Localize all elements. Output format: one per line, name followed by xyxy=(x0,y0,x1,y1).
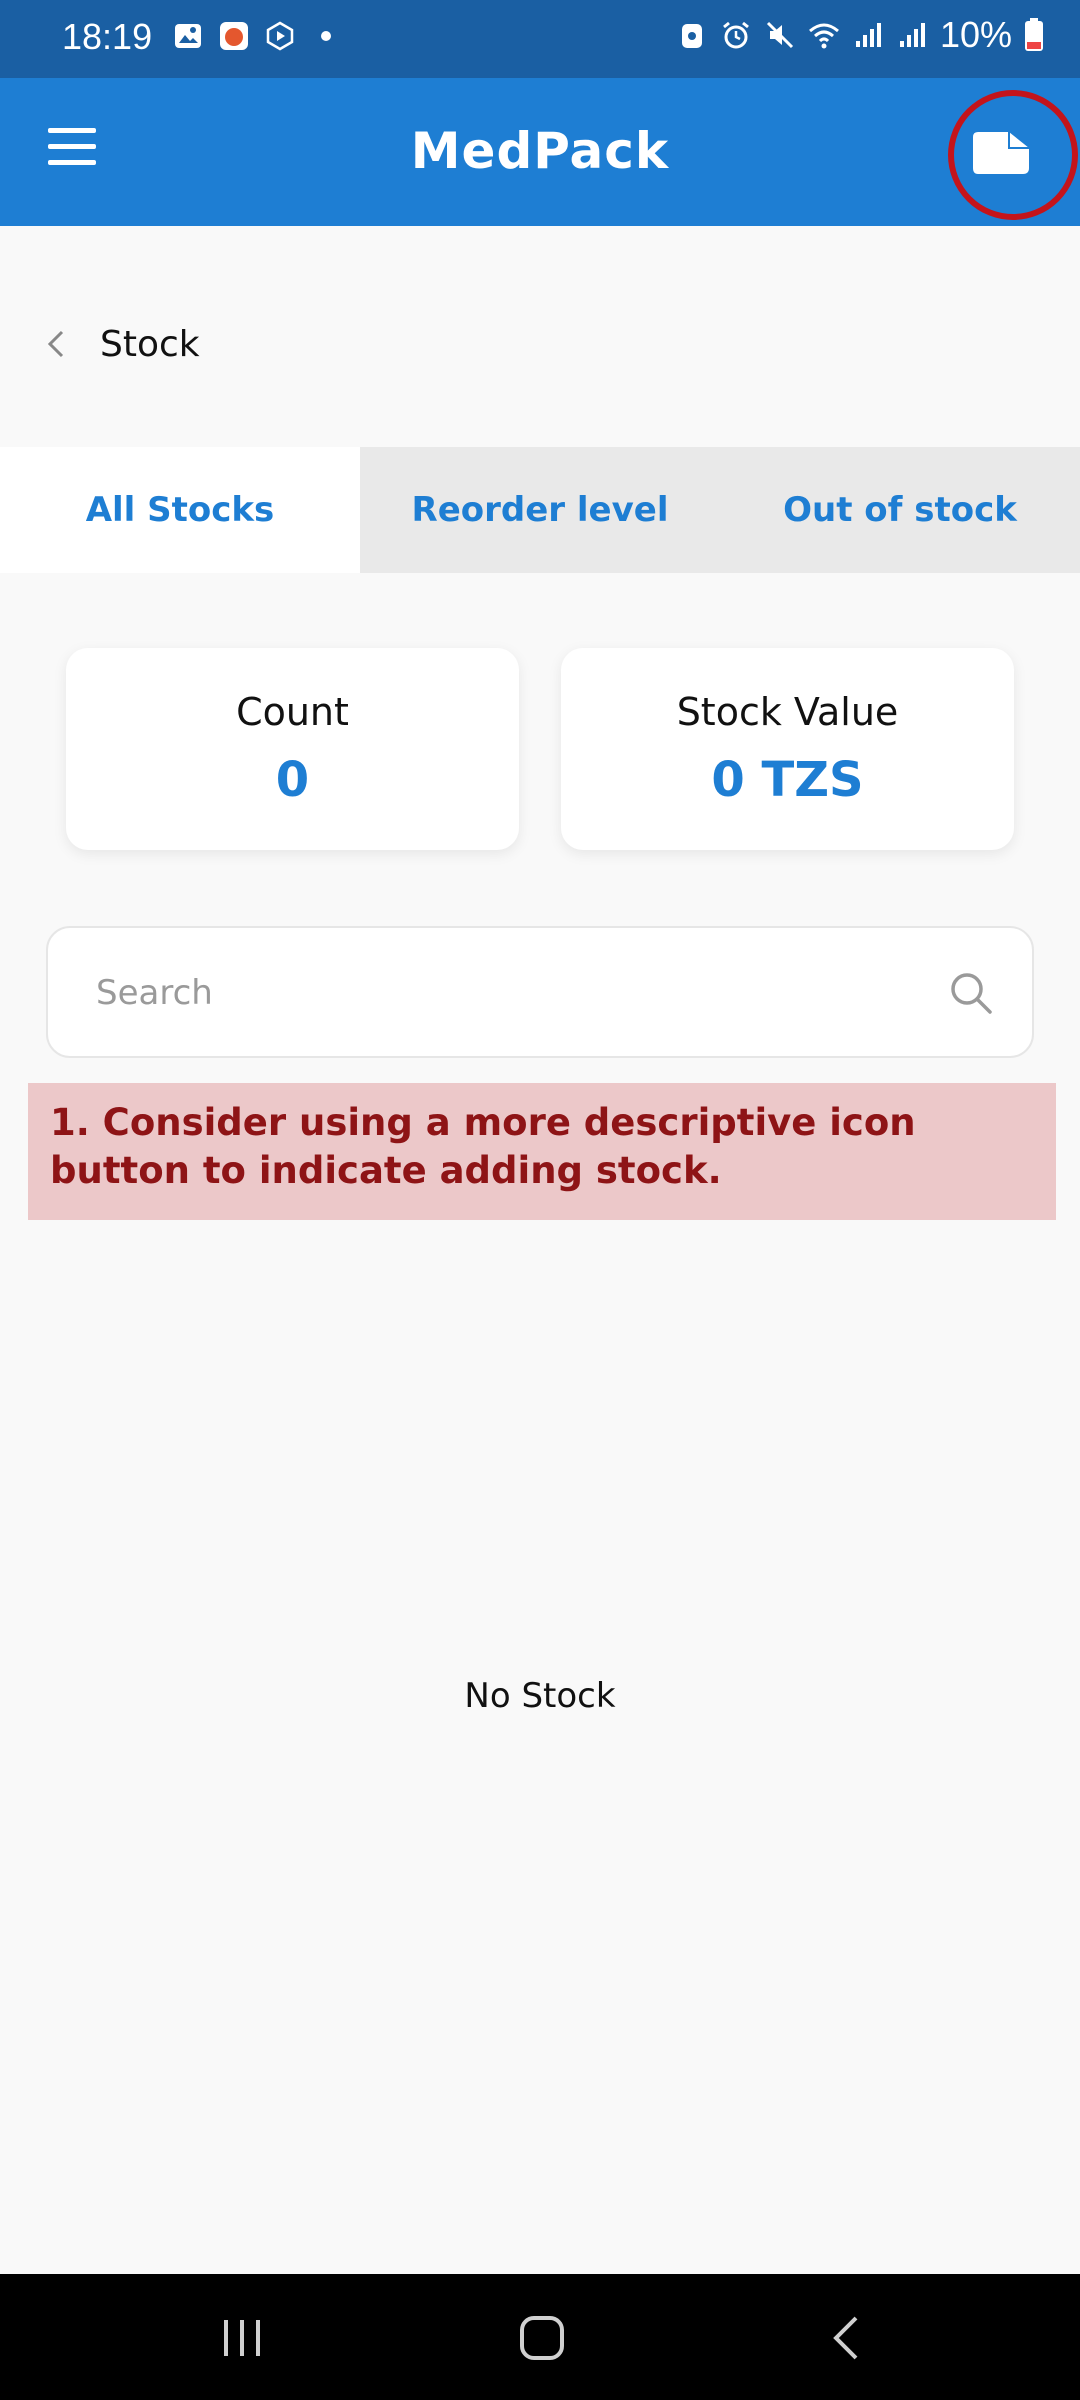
wifi-icon xyxy=(808,23,839,49)
stock-value-card: Stock Value 0 TZS xyxy=(561,648,1014,850)
media-icon xyxy=(266,21,294,51)
tab-reorder-level[interactable]: Reorder level xyxy=(360,447,720,573)
stock-tabs: All Stocks Reorder level Out of stock xyxy=(0,447,1080,573)
search-input[interactable] xyxy=(96,958,916,1028)
app-bar: MedPack xyxy=(0,78,1080,226)
app-icon xyxy=(220,22,248,50)
recent-apps-icon[interactable] xyxy=(212,2310,272,2366)
stock-value-title: Stock Value xyxy=(676,690,899,734)
mute-icon xyxy=(766,21,793,49)
status-left-icons xyxy=(172,20,342,52)
signal-icon xyxy=(899,23,925,47)
annotation-note: 1. Consider using a more descriptive ico… xyxy=(28,1083,1056,1220)
status-time: 18:19 xyxy=(62,16,153,57)
alarm-icon xyxy=(723,21,749,49)
count-card: Count 0 xyxy=(66,648,519,850)
signal-icon xyxy=(855,23,881,47)
status-bar: 18:19 10% xyxy=(0,0,1080,78)
vpn-icon xyxy=(681,24,702,48)
annotation-text: 1. Consider using a more descriptive ico… xyxy=(50,1101,916,1192)
dot-icon xyxy=(321,31,331,41)
system-nav-bar xyxy=(0,2274,1080,2400)
breadcrumb: Stock xyxy=(44,316,200,372)
back-icon[interactable] xyxy=(818,2310,878,2366)
home-icon[interactable] xyxy=(512,2310,572,2366)
status-right-icons: 10% xyxy=(676,14,1044,56)
battery-percentage: 10% xyxy=(939,14,1012,55)
battery-icon xyxy=(1025,18,1043,51)
search-box xyxy=(46,926,1034,1058)
count-title: Count xyxy=(236,690,349,734)
page-title: Stock xyxy=(100,323,200,365)
empty-state-message: No Stock xyxy=(464,1676,616,1716)
search-icon[interactable] xyxy=(948,970,994,1016)
tab-all-stocks[interactable]: All Stocks xyxy=(0,447,360,573)
tab-out-of-stock[interactable]: Out of stock xyxy=(720,447,1080,573)
count-value: 0 xyxy=(275,752,310,808)
chevron-left-icon[interactable] xyxy=(44,326,68,362)
app-title: MedPack xyxy=(410,122,670,180)
stock-value-amount: 0 TZS xyxy=(711,752,864,808)
gallery-icon xyxy=(175,24,201,48)
highlight-circle xyxy=(948,90,1078,220)
